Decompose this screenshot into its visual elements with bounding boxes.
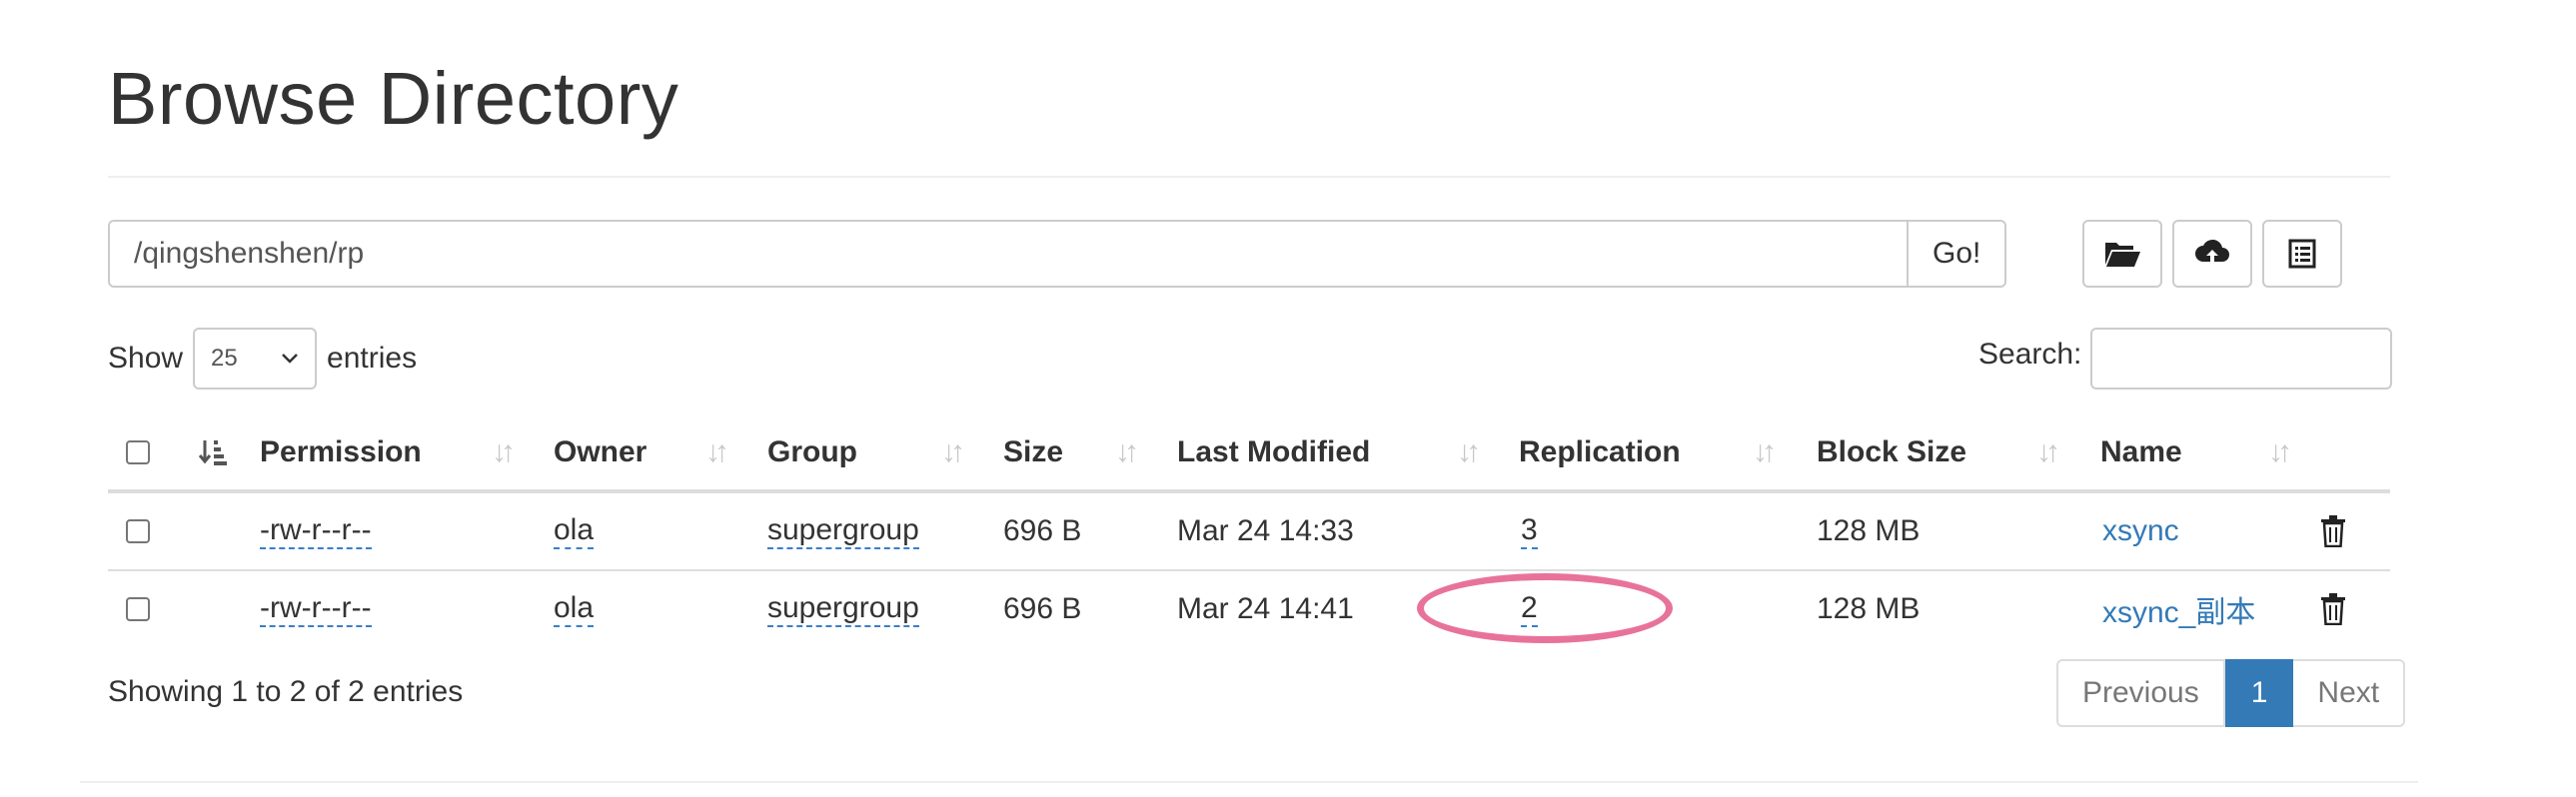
sort-both-icon[interactable]: ↓↑: [1753, 415, 1777, 489]
replication-value[interactable]: 3: [1521, 513, 1538, 550]
sort-both-icon[interactable]: ↓↑: [2036, 415, 2060, 489]
footer-divider: [80, 781, 2418, 783]
table-header-row: Permission ↓↑ Owner ↓↑ Group ↓↑ Size ↓↑ …: [108, 415, 2390, 493]
entries-select[interactable]: 25: [193, 328, 318, 390]
cut-paste-list-button[interactable]: [2262, 220, 2342, 288]
title-divider: [108, 176, 2390, 178]
block-size-value: 128 MB: [1817, 592, 1921, 625]
previous-page-button[interactable]: Previous: [2056, 659, 2225, 727]
show-entries-control: Show 25 entries: [108, 328, 417, 390]
column-header-owner[interactable]: Owner: [554, 415, 646, 489]
sort-index-column[interactable]: [198, 415, 238, 489]
upload-button[interactable]: [2172, 220, 2252, 288]
sort-both-icon[interactable]: ↓↑: [492, 415, 516, 489]
sort-both-icon[interactable]: ↓↑: [1457, 415, 1481, 489]
owner-value[interactable]: ola: [554, 513, 595, 550]
table-row: -rw-r--r-- ola supergroup 696 B Mar 24 1…: [108, 493, 2390, 571]
permission-value[interactable]: -rw-r--r--: [260, 591, 372, 628]
file-name-link[interactable]: xsync_副本: [2102, 571, 2255, 647]
search-input[interactable]: [2090, 328, 2392, 390]
sort-both-icon[interactable]: ↓↑: [1115, 415, 1139, 489]
next-page-button[interactable]: Next: [2293, 659, 2406, 727]
sort-both-icon[interactable]: ↓↑: [941, 415, 965, 489]
column-header-name[interactable]: Name: [2100, 415, 2182, 489]
list-icon: [2288, 239, 2316, 269]
annotation-highlight-ellipse: [1417, 573, 1673, 643]
sort-amount-desc-icon: [198, 440, 227, 465]
show-label: Show: [108, 342, 184, 375]
row-checkbox-cell: [126, 493, 150, 569]
page-1-button[interactable]: 1: [2224, 659, 2294, 727]
table-info: Showing 1 to 2 of 2 entries: [108, 675, 464, 708]
create-directory-button[interactable]: [2082, 220, 2162, 288]
trash-icon: [2321, 593, 2345, 625]
search-label: Search:: [1978, 338, 2082, 371]
path-bar: Go!: [108, 220, 2007, 288]
size-value: 696 B: [1003, 592, 1082, 625]
row-checkbox[interactable]: [126, 597, 150, 621]
row-checkbox-cell: [126, 571, 150, 647]
folder-open-icon: [2105, 243, 2140, 267]
block-size-value: 128 MB: [1817, 514, 1921, 547]
column-header-last-modified[interactable]: Last Modified: [1177, 415, 1370, 489]
owner-value[interactable]: ola: [554, 591, 595, 628]
delete-button[interactable]: [2320, 571, 2346, 647]
chevron-down-icon: [282, 354, 298, 364]
cloud-upload-icon: [2195, 239, 2229, 266]
trash-icon: [2321, 515, 2345, 547]
entries-label: entries: [327, 342, 418, 375]
page-title: Browse Directory: [108, 57, 679, 140]
sort-both-icon[interactable]: ↓↑: [2268, 415, 2292, 489]
file-name-link[interactable]: xsync: [2102, 493, 2179, 569]
path-input[interactable]: [108, 220, 1907, 288]
browse-directory-page: Browse Directory Go! Show 25: [0, 0, 2576, 797]
column-header-permission[interactable]: Permission: [260, 415, 422, 489]
sort-both-icon[interactable]: ↓↑: [705, 415, 729, 489]
column-header-replication[interactable]: Replication: [1519, 415, 1681, 489]
select-all-checkbox[interactable]: [126, 440, 150, 464]
entries-select-value: 25: [211, 345, 238, 372]
column-header-group[interactable]: Group: [767, 415, 857, 489]
last-modified-value: Mar 24 14:41: [1177, 592, 1354, 625]
group-value[interactable]: supergroup: [767, 513, 919, 550]
column-header-block-size[interactable]: Block Size: [1817, 415, 1966, 489]
pagination: Previous 1 Next: [2056, 659, 2406, 727]
group-value[interactable]: supergroup: [767, 591, 919, 628]
select-all-checkbox-cell: [126, 415, 150, 489]
directory-table: Permission ↓↑ Owner ↓↑ Group ↓↑ Size ↓↑ …: [108, 415, 2390, 647]
table-row: -rw-r--r-- ola supergroup 696 B Mar 24 1…: [108, 571, 2390, 647]
row-checkbox[interactable]: [126, 519, 150, 543]
column-header-size[interactable]: Size: [1003, 415, 1063, 489]
last-modified-value: Mar 24 14:33: [1177, 514, 1354, 547]
go-button[interactable]: Go!: [1907, 220, 2007, 288]
size-value: 696 B: [1003, 514, 1082, 547]
permission-value[interactable]: -rw-r--r--: [260, 513, 372, 550]
delete-button[interactable]: [2320, 493, 2346, 569]
